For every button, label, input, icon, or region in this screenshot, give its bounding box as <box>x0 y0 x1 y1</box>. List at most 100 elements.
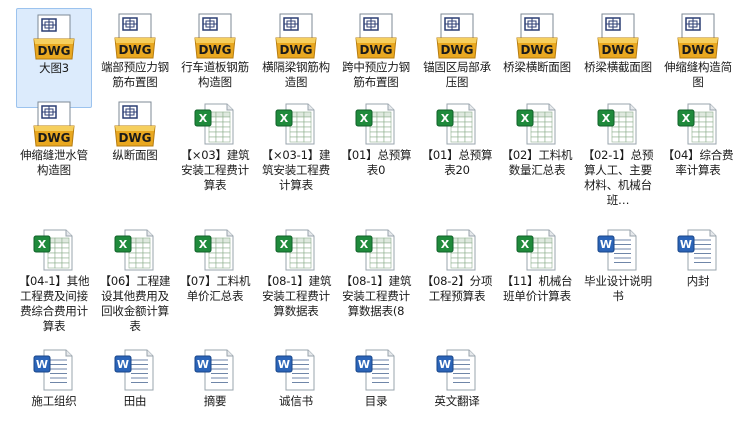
file-name-label: 目录 <box>364 394 388 408</box>
file-item[interactable]: DWG 桥梁横截面图 <box>580 8 656 108</box>
dwg-icon-text: DWG <box>37 131 70 145</box>
file-item[interactable]: X 【07】工料机单价汇总表 <box>177 222 253 322</box>
excel-file-icon: X <box>272 226 320 274</box>
file-item[interactable]: DWG 桥梁横断面图 <box>499 8 575 108</box>
file-item[interactable]: W 田由 <box>97 342 173 442</box>
file-name-label: 田由 <box>123 394 147 408</box>
file-item[interactable]: DWG 行车道板钢筋构造图 <box>177 8 253 108</box>
dwg-icon-text: DWG <box>279 43 312 57</box>
file-item[interactable]: DWG 跨中预应力钢筋布置图 <box>338 8 414 108</box>
dwg-icon-text: DWG <box>440 43 473 57</box>
file-item[interactable]: X 【×03-1】建筑安装工程费计算表 <box>258 96 334 196</box>
file-item[interactable]: W 英文翻译 <box>419 342 495 442</box>
word-file-icon: W <box>272 346 320 394</box>
file-name-label: 行车道板钢筋构造图 <box>181 60 249 89</box>
word-file-icon: W <box>30 346 78 394</box>
excel-file-icon: X <box>352 100 400 148</box>
excel-file-icon: X <box>433 100 481 148</box>
dwg-icon-text: DWG <box>198 43 231 57</box>
file-item[interactable]: DWG 纵断面图 <box>97 96 173 196</box>
svg-text:X: X <box>441 112 450 125</box>
file-item[interactable]: DWG 伸缩缝构造简图 <box>660 8 734 108</box>
dwg-icon-text: DWG <box>37 44 70 58</box>
dwg-file-icon: DWG <box>111 100 159 148</box>
file-item[interactable]: X 【×03】建筑安装工程费计算表 <box>177 96 253 196</box>
file-grid: DWG 大图3 DWG 端部预应力钢筋布置图 DWG 行车道板钢筋构造图 DWG… <box>0 0 734 419</box>
file-name-label: 【08-1】建筑安装工程费计算数据表(8 <box>340 274 412 318</box>
word-file-icon: W <box>433 346 481 394</box>
file-item[interactable]: X 【08-1】建筑安装工程费计算数据表 <box>258 222 334 322</box>
dwg-file-icon: DWG <box>594 12 642 60</box>
excel-file-icon: X <box>191 226 239 274</box>
file-item[interactable]: X 【01】总预算表20 <box>419 96 495 196</box>
file-item[interactable]: W 目录 <box>338 342 414 442</box>
file-name-label: 【08-1】建筑安装工程费计算数据表 <box>260 274 332 318</box>
file-name-label: 毕业设计说明书 <box>584 274 652 303</box>
file-item[interactable]: DWG 锚固区局部承压图 <box>419 8 495 108</box>
excel-file-icon: X <box>272 100 320 148</box>
svg-text:X: X <box>38 238 47 251</box>
file-item[interactable]: W 诚信书 <box>258 342 334 442</box>
svg-text:X: X <box>280 112 289 125</box>
file-item[interactable]: W 摘要 <box>177 342 253 442</box>
svg-text:W: W <box>439 358 451 371</box>
file-name-label: 【11】机械台班单价计算表 <box>501 274 573 303</box>
excel-file-icon: X <box>30 226 78 274</box>
file-item[interactable]: X 【08-2】分项工程预算表 <box>419 222 495 322</box>
file-item[interactable]: X 【04】综合费率计算表 <box>660 96 734 196</box>
file-item[interactable]: DWG 大图3 <box>16 8 92 108</box>
file-item[interactable]: DWG 端部预应力钢筋布置图 <box>97 8 173 108</box>
dwg-file-icon: DWG <box>111 12 159 60</box>
dwg-icon-text: DWG <box>681 43 714 57</box>
file-item[interactable]: DWG 横隔梁钢筋构造图 <box>258 8 334 108</box>
file-name-label: 【04】综合费率计算表 <box>662 148 734 177</box>
file-item[interactable]: X 【02-1】总预算人工、主要材料、机械台班… <box>580 96 656 207</box>
dwg-file-icon: DWG <box>191 12 239 60</box>
dwg-file-icon: DWG <box>272 12 320 60</box>
excel-file-icon: X <box>594 100 642 148</box>
file-name-label: 【×03-1】建筑安装工程费计算表 <box>261 148 331 192</box>
dwg-icon-text: DWG <box>359 43 392 57</box>
file-name-label: 【02】工料机数量汇总表 <box>501 148 573 177</box>
file-item[interactable]: X 【11】机械台班单价计算表 <box>499 222 575 322</box>
file-item[interactable]: W 施工组织 <box>16 342 92 442</box>
svg-text:X: X <box>199 238 208 251</box>
word-file-icon: W <box>594 226 642 274</box>
dwg-file-icon: DWG <box>513 12 561 60</box>
svg-text:W: W <box>358 358 370 371</box>
file-name-label: 伸缩缝泄水管构造图 <box>20 148 88 177</box>
file-item[interactable]: X 【08-1】建筑安装工程费计算数据表(8 <box>338 222 414 322</box>
dwg-file-icon: DWG <box>30 100 78 148</box>
file-item[interactable]: X 【02】工料机数量汇总表 <box>499 96 575 196</box>
svg-text:W: W <box>117 358 129 371</box>
file-name-label: 【08-2】分项工程预算表 <box>421 274 493 303</box>
svg-text:X: X <box>119 238 128 251</box>
excel-file-icon: X <box>433 226 481 274</box>
file-item[interactable]: DWG 伸缩缝泄水管构造图 <box>16 96 92 196</box>
dwg-file-icon: DWG <box>674 12 722 60</box>
file-item[interactable]: X 【01】总预算表0 <box>338 96 414 196</box>
file-name-label: 英文翻译 <box>434 394 480 408</box>
file-name-label: 桥梁横截面图 <box>584 60 652 74</box>
svg-text:X: X <box>360 112 369 125</box>
file-item[interactable]: W 内封 <box>660 222 734 322</box>
file-name-label: 诚信书 <box>279 394 313 408</box>
svg-text:X: X <box>682 112 691 125</box>
dwg-file-icon: DWG <box>352 12 400 60</box>
file-name-label: 内封 <box>686 274 710 288</box>
file-name-label: 【×03】建筑安装工程费计算表 <box>180 148 250 192</box>
dwg-file-icon: DWG <box>433 12 481 60</box>
file-name-label: 【06】工程建设其他费用及回收金额计算表 <box>99 274 171 333</box>
file-item[interactable]: W 毕业设计说明书 <box>580 222 656 322</box>
file-item[interactable]: X 【06】工程建设其他费用及回收金额计算表 <box>97 222 173 333</box>
dwg-icon-text: DWG <box>520 43 553 57</box>
dwg-icon-text: DWG <box>118 43 151 57</box>
word-file-icon: W <box>111 346 159 394</box>
file-name-label: 端部预应力钢筋布置图 <box>101 60 169 89</box>
file-item[interactable]: X 【04-1】其他工程费及间接费综合费用计算表 <box>16 222 92 333</box>
svg-text:X: X <box>199 112 208 125</box>
svg-text:X: X <box>602 112 611 125</box>
excel-file-icon: X <box>513 226 561 274</box>
excel-file-icon: X <box>111 226 159 274</box>
svg-text:X: X <box>441 238 450 251</box>
